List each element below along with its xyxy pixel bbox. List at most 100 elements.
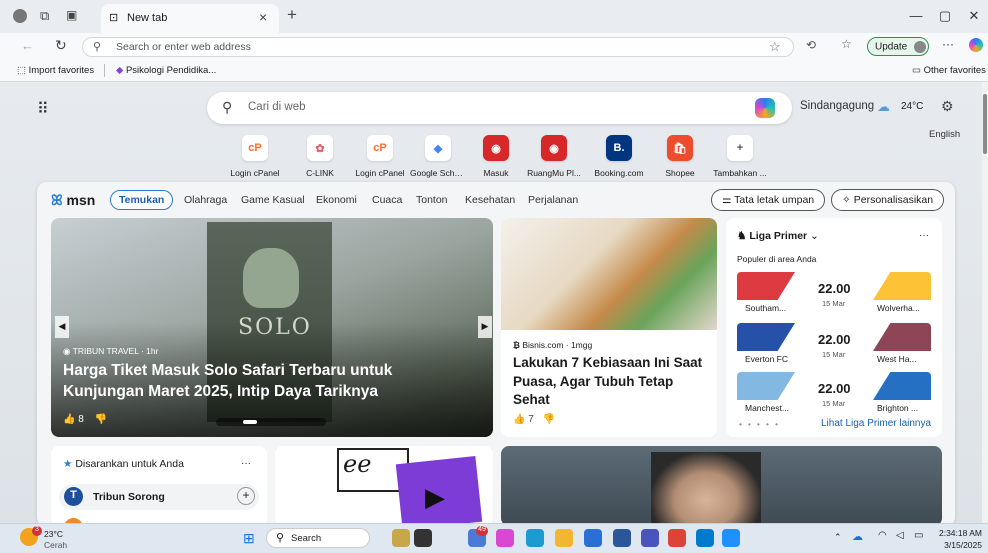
- minimize-button[interactable]: —: [903, 8, 929, 28]
- folder-icon[interactable]: [555, 529, 573, 547]
- word-icon[interactable]: [613, 529, 631, 547]
- match-row[interactable]: Southam... Wolverha... 22.00 15 Mar: [737, 270, 931, 314]
- favorite-star-icon[interactable]: ☆: [769, 39, 781, 55]
- personalize-button[interactable]: ✧ Personalisasikan: [831, 189, 945, 211]
- tribun-logo-icon: T: [64, 487, 83, 506]
- hero-headline[interactable]: Harga Tiket Masuk Solo Safari Terbaru un…: [63, 360, 443, 402]
- new-tab-button[interactable]: +: [287, 5, 297, 25]
- like-icon[interactable]: 👍: [63, 414, 75, 425]
- quick-link-tile[interactable]: ◉ RuangMu Pl...: [526, 135, 582, 179]
- refresh-icon[interactable]: ↻: [55, 37, 67, 54]
- msn-tab[interactable]: Ekonomi: [316, 194, 357, 206]
- suggested-more-icon[interactable]: ···: [241, 458, 251, 469]
- volume-icon[interactable]: ◁: [896, 530, 904, 541]
- quick-link-tile[interactable]: cP Login cPanel: [227, 135, 283, 179]
- tab-actions-icon[interactable]: ▣: [66, 8, 77, 22]
- profile-icon[interactable]: [13, 9, 27, 23]
- settings-gear-icon[interactable]: ⚙: [941, 98, 954, 115]
- hero-article-card[interactable]: SOLO ◀ ▶ ◉ TRIBUN TRAVEL · 1hr Harga Tik…: [51, 218, 493, 437]
- article-card-illustration[interactable]: ee ▶: [275, 446, 493, 526]
- taskbar-weather-temp[interactable]: 23°C: [44, 529, 63, 539]
- close-window-button[interactable]: ✕: [961, 8, 987, 28]
- back-icon[interactable]: ←: [21, 38, 34, 53]
- taskbar-time[interactable]: 2:34:18 AM: [934, 528, 982, 538]
- restore-button[interactable]: ▢: [932, 8, 958, 28]
- language-label[interactable]: English: [929, 129, 960, 140]
- quick-link-tile[interactable]: B. Booking.com: [591, 135, 647, 179]
- league-pager[interactable]: • • • • •: [739, 420, 780, 429]
- store-icon[interactable]: [584, 529, 602, 547]
- app-icon[interactable]: [722, 529, 740, 547]
- other-favorites-button[interactable]: ▭ Other favorites: [912, 65, 986, 76]
- copilot-search-icon[interactable]: [755, 98, 775, 118]
- msn-tab[interactable]: Game Kasual: [241, 194, 305, 206]
- home-team-name: Manchest...: [745, 403, 789, 413]
- video-article-card[interactable]: [501, 446, 942, 526]
- web-search-box[interactable]: ⚲ Cari di web: [207, 92, 792, 124]
- taskbar-search[interactable]: ⚲ Search: [266, 528, 370, 548]
- copilot-app-icon[interactable]: [496, 529, 514, 547]
- carousel-next-icon[interactable]: ▶: [478, 316, 492, 338]
- battery-icon[interactable]: ▭: [914, 530, 923, 541]
- taskbar-date[interactable]: 3/15/2025: [934, 540, 982, 550]
- wifi-icon[interactable]: ◠: [878, 530, 887, 541]
- quick-link-tile[interactable]: cP Login cPanel: [352, 135, 408, 179]
- favorites-icon[interactable]: ☆: [841, 37, 852, 51]
- tab-new-tab[interactable]: ⊡ New tab ×: [101, 4, 279, 33]
- article-card[interactable]: ₿ Bisnis.com · 1mgg Lakukan 7 Kebiasaan …: [501, 218, 717, 437]
- weather-temp[interactable]: 24°C: [901, 101, 923, 112]
- league-title[interactable]: ♞ Liga Primer ⌄: [737, 230, 819, 242]
- elephant-icon: [243, 248, 299, 308]
- file-explorer-icon[interactable]: [392, 529, 410, 547]
- chevron-down-icon[interactable]: ⌄: [810, 230, 819, 242]
- msn-tab[interactable]: Perjalanan: [528, 194, 578, 206]
- page-scrollbar[interactable]: [982, 82, 988, 523]
- msn-tab[interactable]: Cuaca: [372, 194, 402, 206]
- vscode-icon[interactable]: [696, 529, 714, 547]
- address-bar[interactable]: ⚲ Search or enter web address ☆: [82, 37, 794, 57]
- league-more-link[interactable]: Lihat Liga Primer lainnya: [821, 418, 931, 429]
- favorite-item[interactable]: ◆ Psikologi Pendidika...: [116, 65, 216, 76]
- windows-start-icon[interactable]: ⊞: [243, 530, 255, 547]
- match-time: 22.00: [818, 281, 851, 296]
- carousel-prev-icon[interactable]: ◀: [55, 316, 69, 338]
- card-more-icon[interactable]: ···: [919, 230, 929, 241]
- dislike-icon[interactable]: 👎: [543, 414, 555, 425]
- edge-icon[interactable]: [526, 529, 544, 547]
- msn-tab[interactable]: Temukan: [110, 190, 174, 210]
- dislike-icon[interactable]: 👎: [95, 414, 107, 425]
- suggested-item[interactable]: T Tribun Sorong +: [59, 484, 259, 510]
- quick-link-tile[interactable]: ◆ Google Scho...: [410, 135, 466, 179]
- tray-cloud-icon[interactable]: ☁: [852, 530, 863, 543]
- weather-location[interactable]: Sindangagung: [800, 100, 874, 112]
- follow-plus-icon[interactable]: +: [237, 487, 255, 505]
- import-favorites-button[interactable]: ⬚ Import favorites: [17, 65, 94, 76]
- quick-link-tile[interactable]: + Tambahkan ...: [712, 135, 768, 179]
- extensions-icon[interactable]: ⟲: [806, 38, 816, 52]
- quick-link-tile[interactable]: ◉ Masuk: [468, 135, 524, 179]
- update-button[interactable]: Update: [867, 37, 929, 56]
- copilot-icon[interactable]: [969, 38, 983, 52]
- match-row[interactable]: Everton FC West Ha... 22.00 15 Mar: [737, 321, 931, 365]
- article-headline[interactable]: Lakukan 7 Kebiasaan Ini Saat Puasa, Agar…: [513, 354, 713, 410]
- task-view-icon[interactable]: [414, 529, 432, 547]
- article-reactions[interactable]: 👍 7 👎: [513, 414, 555, 425]
- quick-link-tile[interactable]: ✿ C-LINK: [292, 135, 348, 179]
- msn-logo[interactable]: ꕤ msn: [51, 192, 95, 209]
- msn-tab[interactable]: Olahraga: [184, 194, 227, 206]
- chrome-icon[interactable]: [668, 529, 686, 547]
- more-menu-icon[interactable]: ···: [942, 37, 954, 51]
- apps-grid-icon[interactable]: ⠿: [37, 99, 49, 119]
- match-row[interactable]: Manchest... Brighton ... 22.00 15 Mar: [737, 370, 931, 414]
- hero-reactions[interactable]: 👍 8 👎: [63, 414, 107, 425]
- workspaces-icon[interactable]: ⧉: [40, 8, 49, 24]
- msn-tab[interactable]: Tonton: [416, 194, 448, 206]
- teams-icon[interactable]: [641, 529, 659, 547]
- tab-close-icon[interactable]: ×: [259, 9, 267, 25]
- carousel-indicator[interactable]: [216, 418, 326, 426]
- feed-layout-button[interactable]: ⚌ Tata letak umpan: [711, 189, 826, 211]
- quick-link-tile[interactable]: 🛍 Shopee: [652, 135, 708, 179]
- like-icon[interactable]: 👍: [513, 414, 525, 425]
- tray-chevron-icon[interactable]: ⌃: [834, 532, 842, 543]
- msn-tab[interactable]: Kesehatan: [465, 194, 515, 206]
